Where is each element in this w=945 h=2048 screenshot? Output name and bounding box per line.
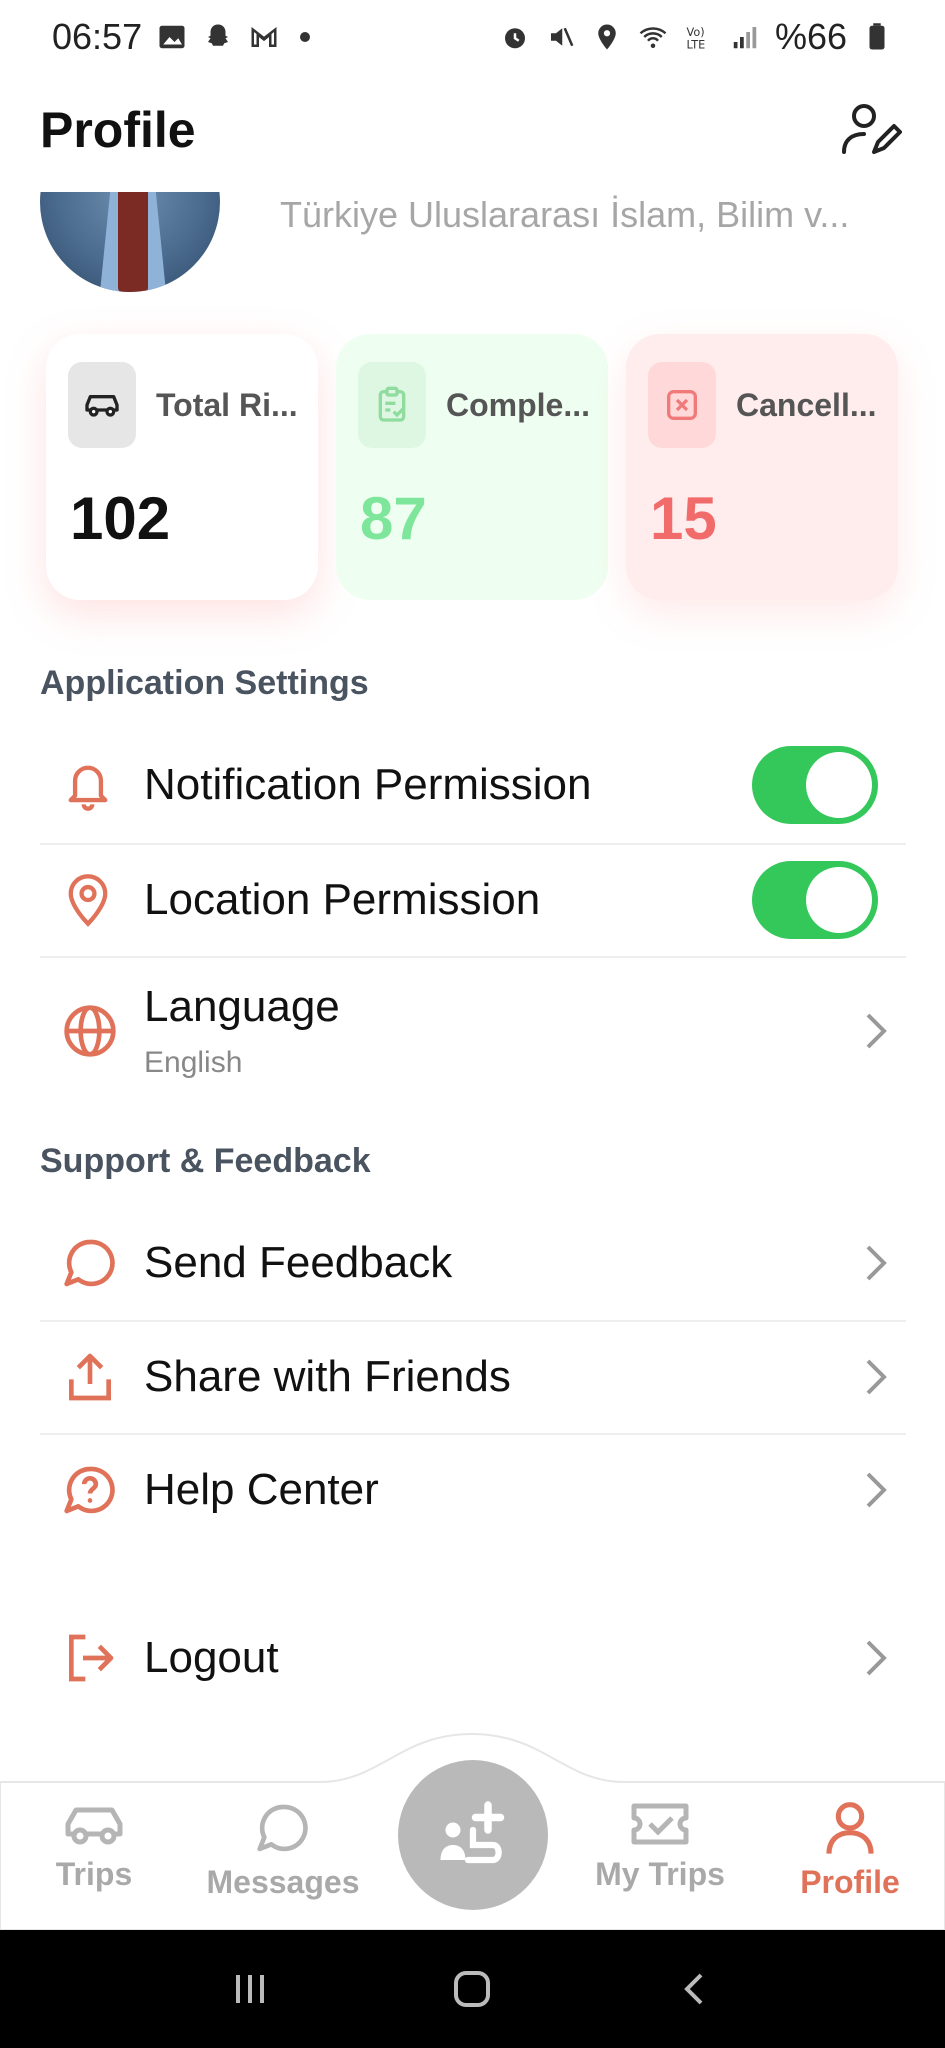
chat-bubble-icon xyxy=(40,1235,144,1291)
nav-messages[interactable]: Messages xyxy=(193,1800,373,1901)
location-status-icon xyxy=(591,21,623,53)
help-question-icon xyxy=(40,1462,144,1518)
chevron-right-icon xyxy=(846,1470,906,1510)
svg-text:Vo): Vo) xyxy=(686,26,704,39)
back-icon[interactable] xyxy=(675,1969,715,2009)
battery-percent: %66 xyxy=(774,16,847,57)
status-time: 06:57 xyxy=(52,16,143,57)
stat-card-total[interactable]: Total Ri... 102 xyxy=(46,334,318,600)
location-pin-icon xyxy=(40,872,144,928)
user-edit-icon xyxy=(842,104,902,154)
help-center-label: Help Center xyxy=(144,1465,379,1514)
user-icon xyxy=(826,1802,874,1854)
nav-trips[interactable]: Trips xyxy=(4,1800,184,1893)
share-with-friends-label: Share with Friends xyxy=(144,1352,511,1401)
location-permission-toggle[interactable] xyxy=(752,861,878,939)
bell-icon xyxy=(40,757,144,813)
logout-item[interactable]: Logout xyxy=(40,1603,906,1713)
stat-value: 102 xyxy=(70,485,171,552)
location-permission-label: Location Permission xyxy=(144,875,541,924)
notification-permission-label: Notification Permission xyxy=(144,760,592,809)
car-icon xyxy=(68,362,136,448)
edit-profile-button[interactable] xyxy=(835,95,905,165)
help-center-item[interactable]: Help Center xyxy=(40,1435,906,1545)
university-name: Türkiye Uluslararası İslam, Bilim v... xyxy=(280,194,850,235)
volte-icon: Vo) LTE xyxy=(683,21,715,53)
mute-icon xyxy=(545,21,577,53)
stat-label: Total Ri... xyxy=(156,386,298,423)
setting-notification-permission[interactable]: Notification Permission xyxy=(40,730,906,840)
setting-location-permission[interactable]: Location Permission xyxy=(40,845,906,955)
chevron-right-icon xyxy=(846,1011,906,1051)
stat-card-completed[interactable]: Comple... 87 xyxy=(336,334,608,600)
nav-messages-label: Messages xyxy=(206,1864,360,1900)
logout-icon xyxy=(40,1630,144,1686)
nav-trips-label: Trips xyxy=(55,1856,133,1892)
nav-profile[interactable]: Profile xyxy=(760,1800,940,1901)
clipboard-check-icon xyxy=(358,362,426,448)
system-navigation-bar xyxy=(0,1930,945,2048)
notification-permission-toggle[interactable] xyxy=(752,746,878,824)
chevron-right-icon xyxy=(846,1638,906,1678)
nav-my-trips[interactable]: My Trips xyxy=(570,1800,750,1893)
setting-language[interactable]: Language English xyxy=(40,966,906,1096)
send-feedback-label: Send Feedback xyxy=(144,1238,453,1287)
section-title-support-feedback: Support & Feedback xyxy=(40,1142,371,1180)
stat-label: Cancell... xyxy=(736,386,877,423)
home-icon[interactable] xyxy=(450,1967,494,2011)
alarm-icon xyxy=(499,21,531,53)
section-title-application-settings: Application Settings xyxy=(40,664,369,702)
signal-icon xyxy=(729,21,761,53)
language-value: English xyxy=(144,1046,243,1079)
svg-text:LTE: LTE xyxy=(686,38,705,51)
nav-profile-label: Profile xyxy=(800,1864,900,1900)
profile-summary: Türkiye Uluslararası İslam, Bilim v... xyxy=(0,192,945,292)
notification-dot-icon xyxy=(300,32,311,42)
header: Profile xyxy=(0,90,945,170)
status-bar: 06:57 Vo) LTE %66 xyxy=(0,0,945,74)
send-feedback-item[interactable]: Send Feedback xyxy=(40,1208,906,1318)
stat-value: 87 xyxy=(360,485,427,552)
bottom-navigation: Trips Messages My Trips Profile xyxy=(0,1730,945,1930)
battery-icon xyxy=(861,21,893,53)
ticket-check-icon xyxy=(631,1803,689,1845)
share-with-friends-item[interactable]: Share with Friends xyxy=(40,1322,906,1432)
add-passenger-icon xyxy=(440,1801,505,1864)
logout-label: Logout xyxy=(144,1633,279,1682)
wifi-icon xyxy=(637,21,669,53)
divider xyxy=(40,956,906,958)
cancel-box-icon xyxy=(648,362,716,448)
avatar[interactable] xyxy=(40,192,220,292)
page-title: Profile xyxy=(40,102,196,158)
chevron-right-icon xyxy=(846,1357,906,1397)
add-ride-button[interactable] xyxy=(398,1760,548,1910)
share-icon xyxy=(40,1349,144,1405)
recent-apps-icon[interactable] xyxy=(230,1969,270,2009)
chevron-right-icon xyxy=(846,1243,906,1283)
stat-card-cancelled[interactable]: Cancell... 15 xyxy=(626,334,898,600)
snapchat-icon xyxy=(202,21,234,53)
gallery-icon xyxy=(156,21,188,53)
stat-value: 15 xyxy=(650,485,717,552)
globe-icon xyxy=(40,1003,144,1059)
chat-bubble-icon xyxy=(257,1804,308,1852)
language-label: Language xyxy=(144,982,340,1031)
ride-stats: Total Ri... 102 Comple... 87 Cancell... … xyxy=(46,334,898,600)
car-icon xyxy=(65,1807,123,1845)
stat-label: Comple... xyxy=(446,386,591,423)
nav-my-trips-label: My Trips xyxy=(595,1856,725,1892)
gmail-icon xyxy=(248,21,280,53)
